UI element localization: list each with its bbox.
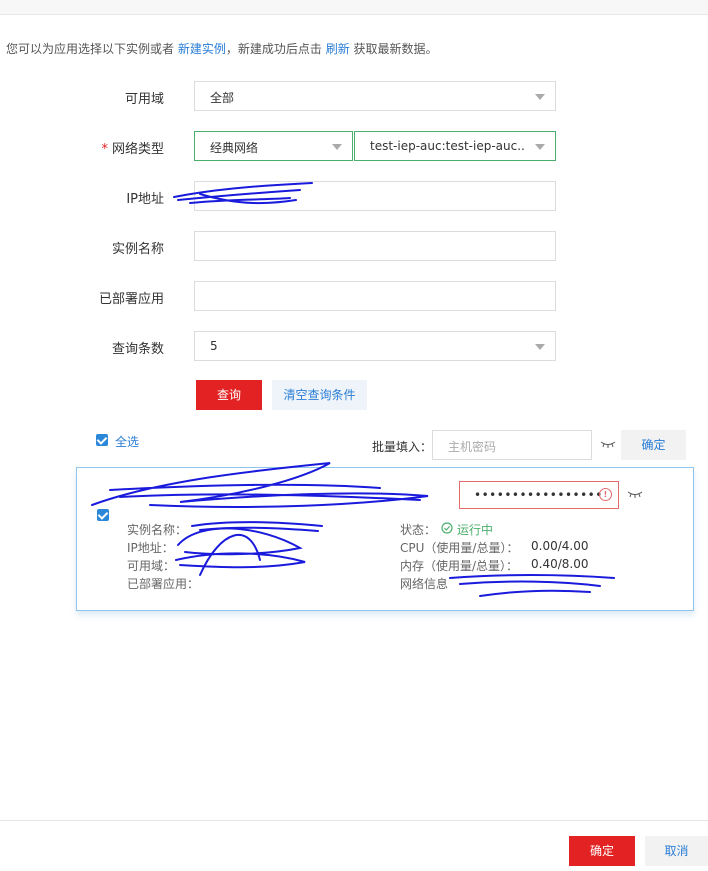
- new-instance-link[interactable]: 新建实例: [178, 42, 226, 56]
- required-mark: *: [101, 142, 108, 157]
- network-type-label-text: 网络类型: [111, 142, 164, 157]
- instance-zone-field: 可用域：: [127, 559, 176, 573]
- select-all-checkbox[interactable]: [96, 434, 108, 446]
- query-count-select[interactable]: 5: [194, 331, 556, 361]
- instance-deployed-field: 已部署应用：: [127, 577, 200, 591]
- vpc-select[interactable]: test-iep-auc:test-iep-auc...: [354, 131, 556, 161]
- chevron-down-icon: [332, 144, 342, 150]
- dialog-title-bar: [0, 0, 708, 15]
- clear-conditions-button[interactable]: 清空查询条件: [272, 380, 367, 410]
- cpu-label: CPU（使用量/总量）：: [400, 541, 519, 555]
- memory-value: 0.40/8.00: [531, 557, 589, 571]
- status-badge: 运行中: [457, 523, 494, 537]
- query-count-select-value: 5: [210, 339, 218, 353]
- warning-icon: !: [599, 488, 612, 501]
- instance-password-input[interactable]: ••••••••••••••••• !: [459, 481, 619, 509]
- refresh-link[interactable]: 刷新: [326, 42, 350, 56]
- ip-input[interactable]: [194, 181, 556, 211]
- batch-fill-label: 批量填入：: [372, 440, 433, 454]
- zone-label: 可用域: [124, 92, 164, 107]
- batch-confirm-button[interactable]: 确定: [621, 430, 686, 460]
- footer-divider: [0, 820, 708, 821]
- intro-middle: ，新建成功后点击: [225, 42, 322, 56]
- instance-name-label: 实例名称: [111, 242, 164, 257]
- cancel-button[interactable]: 取消: [645, 836, 708, 866]
- zone-select-value: 全部: [210, 91, 235, 105]
- zone-select[interactable]: 全部: [194, 81, 556, 111]
- chevron-down-icon: [535, 344, 545, 350]
- ip-label: IP地址: [126, 192, 164, 207]
- status-label: 状态：: [400, 523, 437, 537]
- network-type-label: * 网络类型: [24, 138, 164, 157]
- chevron-down-icon: [535, 94, 545, 100]
- instance-ip-field: IP地址：: [127, 541, 174, 555]
- batch-password-input[interactable]: 主机密码: [432, 430, 592, 460]
- vpc-select-value: test-iep-auc:test-iep-auc...: [370, 139, 525, 153]
- network-type-select-value: 经典网络: [210, 141, 259, 155]
- ok-button[interactable]: 确定: [569, 836, 635, 866]
- instance-name-field: 实例名称：: [127, 523, 188, 537]
- password-mask: •••••••••••••••••: [474, 488, 603, 502]
- eye-closed-icon[interactable]: [600, 440, 616, 448]
- select-all-label[interactable]: 全选: [115, 433, 139, 450]
- memory-label: 内存（使用量/总量）：: [400, 559, 519, 573]
- cpu-value: 0.00/4.00: [531, 539, 589, 553]
- instance-checkbox[interactable]: [97, 509, 109, 521]
- network-type-select[interactable]: 经典网络: [194, 131, 353, 161]
- instance-name-input[interactable]: [194, 231, 556, 261]
- query-count-label: 查询条数: [111, 342, 164, 357]
- intro-text: 您可以为应用选择以下实例或者 新建实例，新建成功后点击 刷新 获取最新数据。: [6, 40, 438, 57]
- intro-prefix: 您可以为应用选择以下实例或者: [6, 42, 175, 56]
- chevron-down-icon: [535, 144, 545, 150]
- deployed-app-label: 已部署应用: [98, 292, 164, 307]
- intro-suffix: 获取最新数据。: [353, 42, 438, 56]
- query-button[interactable]: 查询: [196, 380, 262, 410]
- network-info-label: 网络信息: [400, 577, 449, 591]
- eye-closed-icon[interactable]: [627, 490, 643, 498]
- deployed-app-input[interactable]: [194, 281, 556, 311]
- running-status-icon: [441, 522, 453, 534]
- batch-password-placeholder: 主机密码: [448, 440, 497, 454]
